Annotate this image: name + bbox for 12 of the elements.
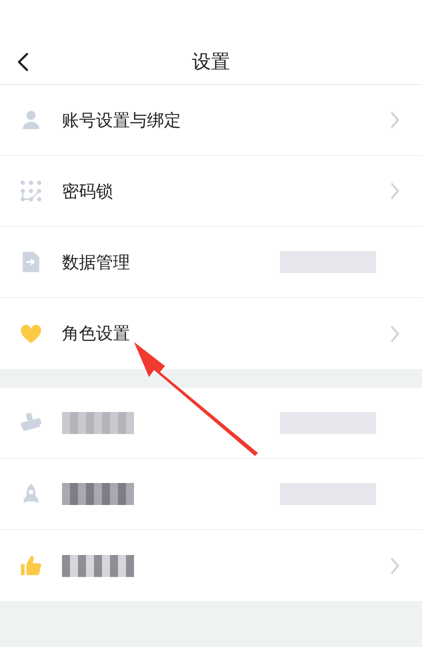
- setting-label[interactable]: 数据管理: [62, 250, 130, 274]
- back-icon[interactable]: [17, 52, 29, 72]
- page-title: 设置: [192, 50, 230, 75]
- person-icon: [20, 109, 42, 131]
- setting-label[interactable]: 密码锁: [62, 180, 113, 202]
- setting-label[interactable]: 账号设置与绑定: [62, 108, 181, 132]
- dot-grid-icon: [20, 180, 42, 202]
- file-icon: [20, 251, 42, 273]
- brush-icon: [20, 412, 42, 434]
- thumbs-up-icon: [20, 554, 42, 576]
- setting-label[interactable]: 角色设置: [62, 322, 130, 345]
- heart-icon: [20, 322, 42, 344]
